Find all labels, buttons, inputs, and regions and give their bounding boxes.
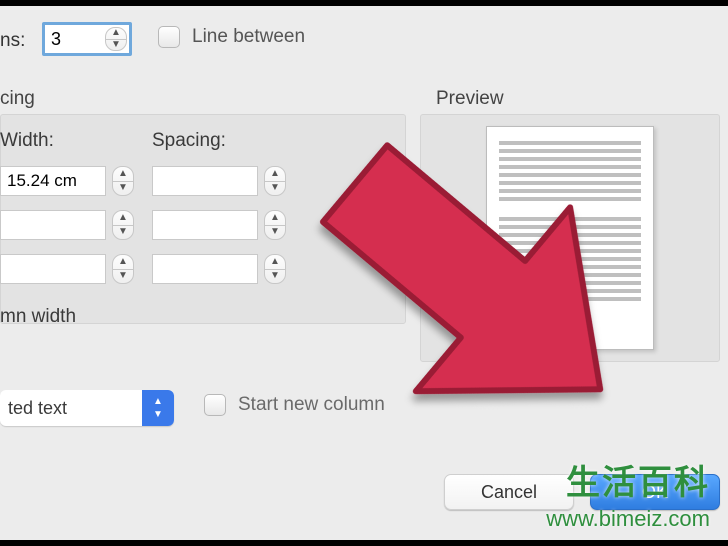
columns-count-field[interactable]: ▲ ▼ [42,22,132,56]
spacing-input-1[interactable] [152,166,258,196]
chevron-up-icon[interactable]: ▲ [113,211,133,226]
start-new-column-checkbox[interactable] [204,394,226,416]
column-width-label: mn width [0,306,76,328]
spacing-header: Spacing: [152,130,226,152]
cancel-button-label: Cancel [481,482,537,503]
start-new-column-label: Start new column [238,394,385,416]
chevron-down-icon[interactable]: ▼ [106,40,126,51]
chevron-down-icon: ▼ [153,409,163,420]
width-stepper-3[interactable]: ▲ ▼ [112,254,134,284]
row-1-width: ▲ ▼ [0,166,134,196]
dropdown-toggle[interactable]: ▲ ▼ [142,390,174,426]
spacing-stepper-3[interactable]: ▲ ▼ [264,254,286,284]
chevron-up-icon[interactable]: ▲ [265,211,285,226]
chevron-down-icon[interactable]: ▼ [265,270,285,284]
columns-count-label: ns: [0,30,25,52]
row-2-spacing: ▲ ▼ [152,210,286,240]
width-stepper-1[interactable]: ▲ ▼ [112,166,134,196]
columns-count-input[interactable] [45,25,103,53]
width-header: Width: [0,130,54,152]
preview-label: Preview [436,88,504,110]
chevron-down-icon[interactable]: ▼ [113,226,133,240]
chevron-up-icon[interactable]: ▲ [265,255,285,270]
watermark-url: www.bimeiz.com [546,506,710,532]
chevron-up-icon[interactable]: ▲ [106,28,126,40]
cancel-button[interactable]: Cancel [444,474,574,510]
image-border-top [0,0,728,6]
chevron-down-icon[interactable]: ▼ [113,182,133,196]
width-stepper-2[interactable]: ▲ ▼ [112,210,134,240]
row-1-spacing: ▲ ▼ [152,166,286,196]
spacing-stepper-1[interactable]: ▲ ▼ [264,166,286,196]
width-input-2[interactable] [0,210,106,240]
row-3-width: ▲ ▼ [0,254,134,284]
chevron-up-icon[interactable]: ▲ [265,167,285,182]
width-input-3[interactable] [0,254,106,284]
chevron-up-icon: ▲ [153,396,163,407]
chevron-down-icon[interactable]: ▼ [265,226,285,240]
spacing-section-heading: cing [0,88,35,110]
chevron-down-icon[interactable]: ▼ [265,182,285,196]
chevron-down-icon[interactable]: ▼ [113,270,133,284]
chevron-up-icon[interactable]: ▲ [113,255,133,270]
chevron-up-icon[interactable]: ▲ [113,167,133,182]
start-new-column-option[interactable]: Start new column [204,394,385,416]
line-between-option[interactable]: Line between [158,26,305,48]
watermark-title: 生活百科 [566,455,710,504]
image-border-bottom [0,540,728,546]
row-2-width: ▲ ▼ [0,210,134,240]
preview-panel [420,114,720,362]
width-input-1[interactable] [0,166,106,196]
line-between-checkbox[interactable] [158,26,180,48]
spacing-stepper-2[interactable]: ▲ ▼ [264,210,286,240]
apply-to-dropdown[interactable]: ted text ▲ ▼ [0,390,174,426]
row-3-spacing: ▲ ▼ [152,254,286,284]
columns-count-stepper[interactable]: ▲ ▼ [105,27,127,51]
apply-to-selected: ted text [0,390,142,426]
line-between-label: Line between [192,26,305,48]
spacing-input-3[interactable] [152,254,258,284]
preview-page-icon [486,126,654,350]
spacing-input-2[interactable] [152,210,258,240]
